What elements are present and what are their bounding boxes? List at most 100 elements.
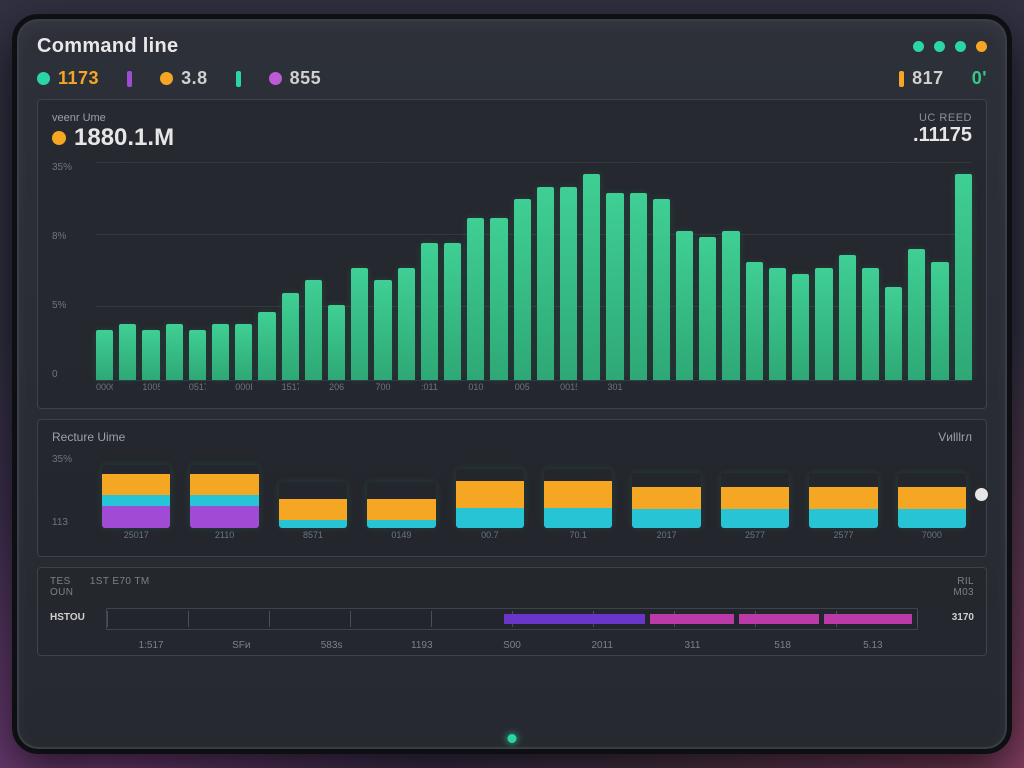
xtick: 7000 <box>898 530 966 550</box>
footer-left-block: TES 1ST E70 TM OUN <box>50 576 150 598</box>
window-dot-icon[interactable] <box>913 41 924 52</box>
xtick: 2017 <box>632 530 700 550</box>
bar <box>885 287 902 380</box>
xtick: 000B <box>235 382 252 402</box>
chart2-bars <box>96 454 972 528</box>
xtick: :011 <box>421 382 438 402</box>
xtick: 518 <box>738 640 828 651</box>
bar <box>258 312 275 381</box>
bar <box>630 193 647 380</box>
xtick: 2577 <box>721 530 789 550</box>
xtick: 206 <box>328 382 345 402</box>
timeline-left-label: HSTOU <box>50 612 85 623</box>
stacked-bar <box>102 465 170 528</box>
xtick <box>305 382 322 402</box>
stacked-bar <box>367 482 435 529</box>
xtick <box>955 382 972 402</box>
bar <box>746 262 763 380</box>
bar <box>560 187 577 380</box>
xtick: 0000 <box>96 382 113 402</box>
window-dot-icon[interactable] <box>934 41 945 52</box>
xtick <box>398 382 415 402</box>
ytick: 5% <box>52 300 94 311</box>
bar-segment <box>721 487 789 509</box>
xtick <box>885 382 902 402</box>
bar <box>398 268 415 380</box>
stacked-bar <box>632 473 700 528</box>
bar <box>699 237 716 380</box>
bar <box>421 243 438 380</box>
xtick: 1005 <box>142 382 159 402</box>
dashboard-device: Command line 11733.88558170' veenr Ume 1… <box>12 14 1012 754</box>
bar <box>955 174 972 380</box>
stat-value: 855 <box>290 68 322 89</box>
window-dot-icon[interactable] <box>955 41 966 52</box>
stat-item: 855 <box>269 68 322 89</box>
stat-value: 3.8 <box>181 68 208 89</box>
xtick: 583s <box>286 640 376 651</box>
bar <box>583 174 600 380</box>
xtick <box>931 382 948 402</box>
panel2-right-label: Vиlllrл <box>938 430 972 444</box>
timeline-track[interactable]: HSTOU 3170 <box>50 604 974 634</box>
footer-label: TES <box>50 576 71 587</box>
window-controls <box>913 41 987 52</box>
stat-value: 1173 <box>58 68 99 89</box>
bar-segment <box>102 506 170 528</box>
circle-icon <box>37 72 50 85</box>
chart2-yaxis: 35%113 <box>52 454 94 528</box>
panel2-header: Recture Uime Vиlllrл <box>52 430 972 444</box>
chart2-xaxis: 2501721108571014900.770.1201725772577700… <box>96 530 972 550</box>
ytick: 8% <box>52 231 94 242</box>
stacked-bar <box>456 469 524 528</box>
stacked-bar <box>898 473 966 528</box>
footer-label: OUN <box>50 587 73 598</box>
bar <box>537 187 554 380</box>
xtick <box>630 382 647 402</box>
bar <box>490 218 507 380</box>
window-dot-icon[interactable] <box>976 41 987 52</box>
xtick: 0149 <box>367 530 435 550</box>
xtick <box>583 382 600 402</box>
bar-segment <box>456 481 524 508</box>
timeline-tick <box>350 611 351 627</box>
xtick <box>537 382 554 402</box>
bar-segment <box>279 499 347 520</box>
bar <box>722 231 739 380</box>
timeline-segment <box>504 614 645 624</box>
bar-segment <box>544 508 612 528</box>
bar <box>282 293 299 380</box>
bar-segment <box>367 520 435 528</box>
panel1-small-label: veenr Ume <box>52 112 106 124</box>
bar <box>305 280 322 380</box>
bar-segment <box>809 487 877 509</box>
timeline-bar <box>106 608 918 630</box>
bar-chart-1: 35%8%5%0 000010050517000B1517206700:0110… <box>52 162 972 402</box>
xtick: S00 <box>467 640 557 651</box>
stacked-bar <box>279 482 347 529</box>
xtick: 005 <box>514 382 531 402</box>
bar-segment <box>190 474 258 496</box>
xtick: 8571 <box>279 530 347 550</box>
bar-segment <box>898 487 966 509</box>
bar <box>166 324 183 380</box>
bar-segment <box>632 509 700 528</box>
timeline-segment <box>739 614 819 624</box>
bar-chart-2: 35%113 2501721108571014900.770.120172577… <box>52 454 972 550</box>
xtick: SFи <box>196 640 286 651</box>
xtick: 2011 <box>557 640 647 651</box>
bar-segment <box>456 508 524 528</box>
xtick <box>699 382 716 402</box>
bar <box>792 274 809 380</box>
xtick: 700 <box>374 382 391 402</box>
xtick <box>119 382 136 402</box>
bar-segment <box>544 481 612 508</box>
bar-segment <box>279 520 347 528</box>
xtick: 301 <box>606 382 623 402</box>
slider-handle-icon[interactable] <box>975 488 988 501</box>
circle-icon <box>269 72 282 85</box>
xtick: 0015 <box>560 382 577 402</box>
panel-timeline: TES 1ST E70 TM OUN RIL M03 HSTOU 3170 1:… <box>37 567 987 656</box>
bar <box>235 324 252 380</box>
stat-item: 0' <box>972 68 987 89</box>
